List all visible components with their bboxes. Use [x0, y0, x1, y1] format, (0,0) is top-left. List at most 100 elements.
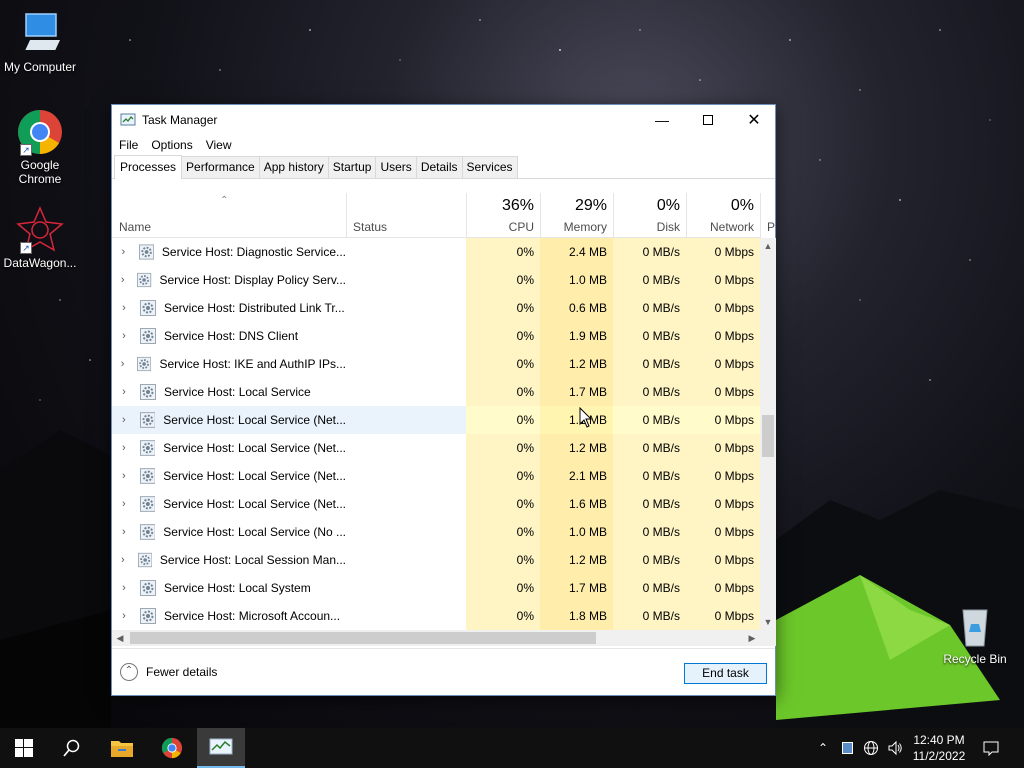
desktop-icon-my-computer[interactable]: My Computer [0, 10, 80, 74]
show-hidden-icons-button[interactable]: ⌃ [812, 728, 834, 768]
process-cpu: 0% [466, 434, 540, 462]
search-button[interactable] [48, 728, 96, 768]
desktop-icon-google-chrome[interactable]: ↗ Google Chrome [0, 108, 80, 186]
process-name-cell: › Service Host: Diagnostic Service... [112, 238, 346, 266]
minimize-button[interactable]: — [639, 105, 685, 135]
scroll-left-icon[interactable]: ◀ [112, 630, 128, 646]
column-header-power[interactable]: P [760, 193, 776, 238]
task-manager-window: Task Manager — ✕ File Options View Proce… [111, 104, 776, 696]
process-row[interactable]: › Service Host: Local System 0% 1.7 MB 0 MB/… [112, 574, 760, 602]
expand-chevron-icon[interactable]: › [112, 470, 136, 482]
gear-icon [137, 272, 152, 288]
expand-chevron-icon[interactable]: › [112, 246, 135, 258]
process-row[interactable]: › Service Host: Microsoft Accoun... 0% 1.8 … [112, 602, 760, 630]
expand-chevron-icon[interactable]: › [112, 498, 136, 510]
tab-users[interactable]: Users [375, 156, 417, 178]
process-disk: 0 MB/s [613, 406, 686, 434]
expand-chevron-icon[interactable]: › [112, 582, 136, 594]
process-network: 0 Mbps [686, 602, 760, 630]
expand-chevron-icon[interactable]: › [112, 442, 136, 454]
sort-up-icon: ⌃ [220, 195, 229, 206]
vertical-scrollbar[interactable]: ▲ ▼ [760, 238, 776, 630]
maximize-button[interactable] [685, 105, 731, 135]
tab-details[interactable]: Details [415, 156, 463, 178]
tab-performance[interactable]: Performance [181, 156, 260, 178]
process-row[interactable]: › Service Host: Local Session Man... 0% 1.2… [112, 546, 760, 574]
taskbar-chrome[interactable] [148, 728, 196, 768]
column-header-network[interactable]: 0% Network [686, 193, 760, 238]
process-row[interactable]: › Service Host: Local Service 0% 1.7 MB 0 MB… [112, 378, 760, 406]
expand-chevron-icon[interactable]: › [112, 274, 133, 286]
tab-processes[interactable]: Processes [114, 155, 183, 179]
scroll-up-icon[interactable]: ▲ [760, 238, 776, 254]
process-row[interactable]: › Service Host: Local Service (Net... 0% 2.… [112, 462, 760, 490]
expand-chevron-icon[interactable]: › [112, 358, 133, 370]
column-header-disk[interactable]: 0% Disk [613, 193, 686, 238]
expand-chevron-icon[interactable]: › [112, 554, 134, 566]
title-bar[interactable]: Task Manager — ✕ [112, 105, 775, 135]
process-row[interactable]: › Service Host: Local Service (Net... 0% 1.… [112, 434, 760, 462]
menu-file[interactable]: File [119, 138, 138, 152]
tray-volume[interactable] [884, 728, 906, 768]
end-task-button[interactable]: End task [684, 663, 767, 684]
menu-options[interactable]: Options [151, 138, 192, 152]
tab-startup[interactable]: Startup [327, 156, 377, 178]
gear-icon [137, 356, 152, 372]
chrome-icon [161, 737, 183, 759]
expand-chevron-icon[interactable]: › [112, 414, 136, 426]
desktop-icon-datawagon[interactable]: ↗ DataWagon... [0, 206, 80, 270]
process-status [346, 266, 466, 294]
fewer-details-button[interactable]: ⌃ Fewer details [120, 663, 217, 681]
process-disk: 0 MB/s [613, 322, 686, 350]
column-header-memory[interactable]: 29% Memory [540, 193, 613, 238]
taskbar-clock[interactable]: 12:40 PM 11/2/2022 [904, 732, 974, 764]
tab-app-history[interactable]: App history [258, 156, 329, 178]
menu-view[interactable]: View [206, 138, 232, 152]
column-header-cpu[interactable]: 36% CPU [466, 193, 540, 238]
expand-chevron-icon[interactable]: › [112, 302, 136, 314]
process-row[interactable]: › Service Host: Distributed Link Tr... 0% 0… [112, 294, 760, 322]
column-header-name[interactable]: ⌃ Name [112, 193, 346, 238]
action-center-button[interactable] [980, 728, 1002, 768]
scroll-down-icon[interactable]: ▼ [760, 614, 776, 630]
horizontal-scroll-thumb[interactable] [130, 632, 596, 644]
process-row[interactable]: › Service Host: Local Service (Net... 0% 1.… [112, 490, 760, 518]
start-button[interactable] [0, 728, 48, 768]
process-network: 0 Mbps [686, 574, 760, 602]
expand-chevron-icon[interactable]: › [112, 330, 136, 342]
expand-chevron-icon[interactable]: › [112, 386, 136, 398]
process-row[interactable]: › Service Host: IKE and AuthIP IPs... 0% 1.… [112, 350, 760, 378]
expand-chevron-icon[interactable]: › [112, 610, 136, 622]
expand-chevron-icon[interactable]: › [112, 526, 136, 538]
cpu-total-percent: 36% [501, 197, 534, 214]
vertical-scroll-thumb[interactable] [762, 415, 774, 457]
gear-icon [140, 580, 156, 596]
process-row[interactable]: › Service Host: Display Policy Serv... 0% 1… [112, 266, 760, 294]
network-total-percent: 0% [730, 197, 754, 214]
process-name-cell: › Service Host: Local Service (Net... [112, 462, 346, 490]
taskbar-task-manager[interactable] [197, 728, 245, 768]
process-cpu: 0% [466, 294, 540, 322]
gear-icon [140, 608, 156, 624]
process-network: 0 Mbps [686, 434, 760, 462]
process-row[interactable]: › Service Host: Local Service (Net... 0% 1.… [112, 406, 760, 434]
process-row[interactable]: › Service Host: Local Service (No ... 0% 1.… [112, 518, 760, 546]
taskbar-file-explorer[interactable] [98, 728, 146, 768]
tray-network[interactable] [860, 728, 882, 768]
horizontal-scrollbar[interactable]: ◀ ▶ [112, 630, 760, 646]
column-power-label: P [767, 220, 776, 234]
tray-device-icon[interactable] [836, 728, 858, 768]
process-memory: 1.7 MB [540, 378, 613, 406]
column-header-status[interactable]: Status [346, 193, 466, 238]
scroll-right-icon[interactable]: ▶ [744, 630, 760, 646]
desktop-icon-recycle-bin[interactable]: Recycle Bin [935, 602, 1015, 666]
process-memory: 2.1 MB [540, 462, 613, 490]
process-network: 0 Mbps [686, 490, 760, 518]
tab-services[interactable]: Services [461, 156, 518, 178]
close-button[interactable]: ✕ [731, 105, 777, 135]
process-row[interactable]: › Service Host: Diagnostic Service... 0% 2.… [112, 238, 760, 266]
process-row[interactable]: › Service Host: DNS Client 0% 1.9 MB 0 MB/s 0… [112, 322, 760, 350]
gear-icon [140, 300, 156, 316]
process-status [346, 294, 466, 322]
process-name-cell: › Service Host: Microsoft Accoun... [112, 602, 346, 630]
